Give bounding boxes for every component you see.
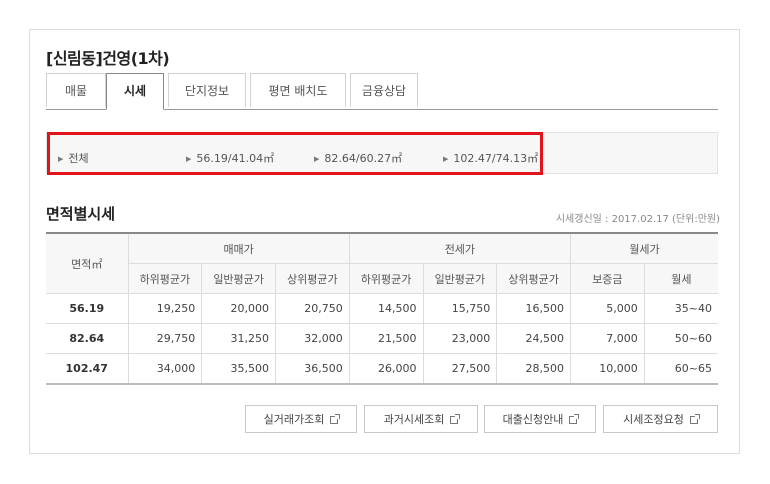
price-cell: 31,250	[201, 323, 276, 354]
button-label: 대출신청안내	[502, 413, 564, 426]
jeonse-price-header: 전세가	[348, 232, 572, 264]
tab-floor-plan[interactable]: 평면 배치도	[250, 73, 346, 107]
past-price-lookup-button[interactable]: 과거시세조회	[364, 405, 478, 433]
subheader-cell: 하위평균가	[128, 263, 203, 294]
table-row: 102.47 34,000 35,500 36,500 26,000 27,50…	[46, 353, 718, 385]
update-date-note: 시세갱신일 : 2017.02.17 (단위:만원)	[555, 214, 720, 225]
price-cell: 50~60	[643, 323, 718, 354]
price-cell: 35,500	[201, 353, 276, 385]
subheader-cell: 상위평균가	[496, 263, 571, 294]
price-cell: 19,250	[127, 293, 203, 324]
table-row: 56.19 19,250 20,000 20,750 14,500 15,750…	[46, 293, 718, 324]
button-label: 실거래가조회	[263, 413, 325, 426]
price-cell: 7,000	[570, 323, 645, 354]
tab-bar: 매물 시세 단지정보 평면 배치도 금융상담	[46, 73, 718, 110]
price-cell: 14,500	[348, 293, 424, 324]
tab-listings[interactable]: 매물	[46, 73, 106, 107]
price-table: 면적㎡ 매매가 전세가 월세가 하위평균가 일반평균가 상위평균가 하위평균가 …	[46, 232, 718, 385]
external-link-icon	[330, 414, 341, 424]
area-cell: 56.19	[46, 293, 129, 324]
external-link-icon	[450, 414, 461, 424]
price-cell: 23,000	[422, 323, 498, 354]
subheader-cell: 일반평균가	[201, 263, 276, 294]
price-cell: 10,000	[570, 353, 645, 385]
price-cell: 26,000	[348, 353, 424, 385]
tab-complex-info[interactable]: 단지정보	[168, 73, 246, 107]
price-cell: 34,000	[127, 353, 203, 385]
tab-market-price[interactable]: 시세	[106, 73, 164, 110]
table-header-row: 면적㎡ 매매가 전세가 월세가	[46, 232, 718, 294]
price-cell: 20,750	[275, 293, 350, 324]
subheader-cell: 보증금	[570, 263, 645, 294]
price-cell: 29,750	[127, 323, 203, 354]
section-title: 면적별시세	[46, 205, 116, 223]
price-cell: 32,000	[275, 323, 350, 354]
external-link-icon	[569, 414, 580, 424]
price-cell: 24,500	[496, 323, 571, 354]
area-cell: 82.64	[46, 323, 129, 354]
price-cell: 21,500	[348, 323, 424, 354]
price-adjustment-request-button[interactable]: 시세조정요청	[603, 405, 718, 433]
sale-price-header: 매매가	[127, 232, 350, 264]
price-cell: 5,000	[570, 293, 645, 324]
highlight-box	[47, 132, 543, 175]
subheader-cell: 상위평균가	[275, 263, 350, 294]
loan-application-info-button[interactable]: 대출신청안내	[484, 405, 596, 433]
tab-loan-consult[interactable]: 금융상담	[350, 73, 418, 107]
external-link-icon	[689, 414, 700, 424]
area-column-header: 면적㎡	[46, 232, 129, 294]
price-cell: 15,750	[422, 293, 498, 324]
real-transaction-lookup-button[interactable]: 실거래가조회	[245, 405, 357, 433]
complex-title: [신림동]건영(1차)	[46, 49, 170, 68]
area-cell: 102.47	[46, 353, 129, 385]
price-cell: 27,500	[422, 353, 498, 385]
price-cell: 36,500	[275, 353, 350, 385]
price-cell: 20,000	[201, 293, 276, 324]
subheader-cell: 하위평균가	[348, 263, 424, 294]
price-cell: 35~40	[643, 293, 718, 324]
table-row: 82.64 29,750 31,250 32,000 21,500 23,000…	[46, 323, 718, 354]
monthly-rent-header: 월세가	[570, 232, 718, 264]
subheader-cell: 월세	[643, 263, 718, 294]
price-cell: 60~65	[643, 353, 718, 385]
price-cell: 28,500	[496, 353, 571, 385]
button-label: 과거시세조회	[383, 413, 445, 426]
subheader-cell: 일반평균가	[422, 263, 498, 294]
button-label: 시세조정요청	[623, 413, 684, 426]
price-cell: 16,500	[496, 293, 571, 324]
table-subheader-row: 하위평균가 일반평균가 상위평균가 하위평균가 일반평균가 상위평균가 보증금 …	[46, 263, 718, 294]
